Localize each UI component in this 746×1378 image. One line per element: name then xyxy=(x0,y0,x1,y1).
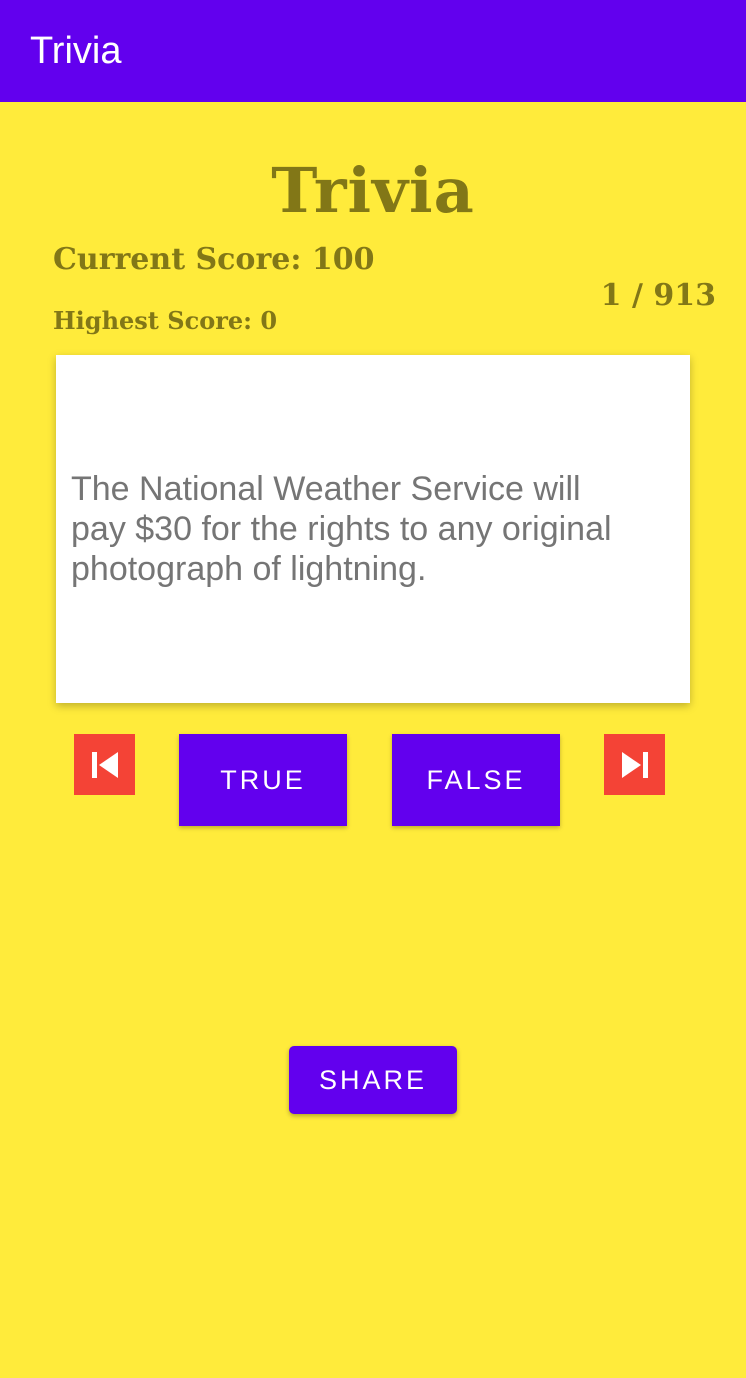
question-text: The National Weather Service will pay $3… xyxy=(71,470,612,588)
highest-score-label: Highest Score: 0 xyxy=(53,306,278,335)
app-bar-title: Trivia xyxy=(30,30,122,72)
next-question-button[interactable] xyxy=(604,734,665,795)
skip-next-icon xyxy=(621,751,648,778)
app-bar: Trivia xyxy=(0,0,746,102)
current-score-label: Current Score: 100 xyxy=(53,242,375,277)
page-title: Trivia xyxy=(271,154,475,227)
previous-question-button[interactable] xyxy=(74,734,135,795)
share-button[interactable]: SHARE xyxy=(289,1046,457,1114)
false-button[interactable]: FALSE xyxy=(392,734,560,826)
true-button[interactable]: TRUE xyxy=(179,734,347,826)
question-card: The National Weather Service will pay $3… xyxy=(56,355,690,703)
skip-previous-icon xyxy=(91,751,118,778)
question-counter: 1 / 913 xyxy=(600,278,716,313)
trivia-screen: Trivia Current Score: 100 Highest Score:… xyxy=(0,102,746,1378)
